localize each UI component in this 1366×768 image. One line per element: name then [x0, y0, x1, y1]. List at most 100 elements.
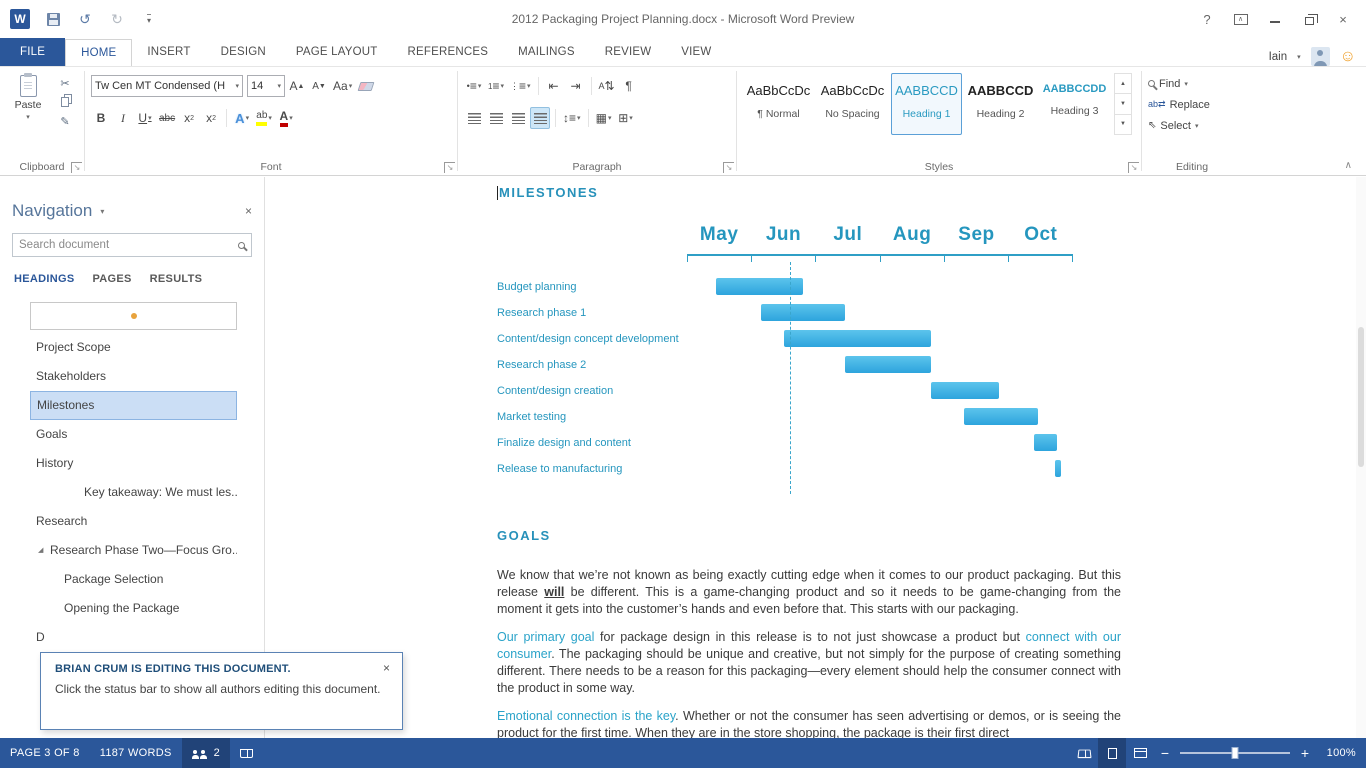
zoom-out-button[interactable]: −: [1154, 745, 1176, 761]
shrink-font-button[interactable]: A▼: [309, 75, 329, 97]
strikethrough-button[interactable]: abc: [157, 107, 177, 129]
nav-item[interactable]: Opening the Package: [30, 594, 237, 623]
ribbon-tab-review[interactable]: REVIEW: [590, 38, 667, 66]
copy-button[interactable]: [56, 94, 74, 110]
ribbon-tab-page-layout[interactable]: PAGE LAYOUT: [281, 38, 393, 66]
ribbon-display-options-button[interactable]: [1224, 6, 1258, 32]
borders-button[interactable]: ⊞▾: [616, 107, 636, 129]
gallery-down-button[interactable]: ▼: [1115, 94, 1131, 114]
zoom-slider-thumb[interactable]: [1232, 747, 1239, 759]
align-left-button[interactable]: [464, 107, 484, 129]
document-page[interactable]: MILESTONES MayJunJulAugSepOct Budget pla…: [400, 177, 1217, 738]
nav-item[interactable]: ◢D: [30, 623, 237, 652]
vertical-scrollbar[interactable]: [1356, 177, 1366, 738]
ribbon-tab-view[interactable]: VIEW: [666, 38, 726, 66]
gallery-more-button[interactable]: ▼: [1115, 115, 1131, 134]
ribbon-tab-references[interactable]: REFERENCES: [393, 38, 504, 66]
shading-button[interactable]: ▦▾: [594, 107, 614, 129]
zoom-slider[interactable]: [1180, 752, 1290, 754]
web-layout-button[interactable]: [1126, 738, 1154, 768]
increase-indent-button[interactable]: ⇥: [566, 75, 586, 97]
find-button[interactable]: Find▾: [1148, 75, 1238, 92]
select-button[interactable]: ⇖Select▾: [1148, 117, 1238, 134]
nav-thumbnail-box[interactable]: [30, 302, 237, 330]
ribbon-tab-design[interactable]: DESIGN: [206, 38, 281, 66]
sort-button[interactable]: A⇅: [597, 75, 617, 97]
ribbon-tab-mailings[interactable]: MAILINGS: [503, 38, 590, 66]
align-right-button[interactable]: [508, 107, 528, 129]
collapse-triangle-icon[interactable]: ◢: [38, 536, 43, 565]
search-icon[interactable]: [238, 242, 245, 249]
ribbon-tab-insert[interactable]: INSERT: [132, 38, 205, 66]
justify-button[interactable]: [530, 107, 550, 129]
show-formatting-marks-button[interactable]: ¶: [619, 75, 639, 97]
nav-item[interactable]: Goals: [30, 420, 237, 449]
ribbon-tab-file[interactable]: FILE: [0, 38, 65, 66]
nav-tab-headings[interactable]: HEADINGS: [14, 273, 74, 285]
word-count[interactable]: 1187 WORDS: [90, 738, 182, 768]
font-name-combo[interactable]: Tw Cen MT Condensed (H▾: [91, 75, 243, 97]
print-layout-button[interactable]: [1098, 738, 1126, 768]
search-input[interactable]: [19, 239, 238, 251]
format-painter-button[interactable]: ✎: [56, 113, 74, 129]
scrollbar-thumb[interactable]: [1358, 327, 1364, 467]
feedback-smiley-icon[interactable]: ☺: [1340, 49, 1356, 65]
font-dialog-launcher[interactable]: ↘: [444, 162, 455, 173]
user-name[interactable]: Iain: [1269, 51, 1288, 63]
qat-customize-button[interactable]: ▾: [140, 10, 158, 28]
font-size-combo[interactable]: 14▾: [247, 75, 285, 97]
underline-button[interactable]: U▾: [135, 107, 155, 129]
gallery-up-button[interactable]: ▲: [1115, 74, 1131, 94]
save-button[interactable]: [44, 10, 62, 28]
word-app-icon[interactable]: W: [10, 9, 30, 29]
styles-dialog-launcher[interactable]: ↘: [1128, 162, 1139, 173]
nav-item[interactable]: Stakeholders: [30, 362, 237, 391]
nav-item[interactable]: Project Scope: [30, 333, 237, 362]
help-button[interactable]: ?: [1190, 6, 1224, 32]
nav-item[interactable]: ◢Research Phase Two—Focus Gro...: [30, 536, 237, 565]
nav-tab-pages[interactable]: PAGES: [92, 273, 131, 285]
nav-item[interactable]: Milestones: [30, 391, 237, 420]
navigation-close-button[interactable]: ×: [245, 204, 252, 218]
paragraph-dialog-launcher[interactable]: ↘: [723, 162, 734, 173]
avatar[interactable]: [1311, 47, 1330, 66]
italic-button[interactable]: I: [113, 107, 133, 129]
zoom-in-button[interactable]: +: [1294, 745, 1316, 761]
nav-item[interactable]: ◢Research: [30, 507, 237, 536]
nav-item[interactable]: Package Selection: [30, 565, 237, 594]
navigation-options-dropdown[interactable]: ▾: [100, 207, 104, 216]
cut-button[interactable]: ✂: [56, 75, 74, 91]
style-normal[interactable]: AaBbCcDc¶ Normal: [743, 73, 814, 135]
restore-button[interactable]: [1292, 6, 1326, 32]
coauthors-indicator[interactable]: 2: [182, 738, 230, 768]
line-spacing-button[interactable]: ↕≡▾: [561, 107, 583, 129]
clear-formatting-button[interactable]: [356, 75, 376, 97]
minimize-button[interactable]: [1258, 6, 1292, 32]
style-nospacing[interactable]: AaBbCcDcNo Spacing: [817, 73, 888, 135]
bullets-button[interactable]: •≡▾: [464, 75, 484, 97]
zoom-percentage[interactable]: 100%: [1316, 747, 1356, 759]
nav-tab-results[interactable]: RESULTS: [150, 273, 203, 285]
bold-button[interactable]: B: [91, 107, 111, 129]
collapse-ribbon-button[interactable]: ∧: [1345, 160, 1352, 171]
paste-button[interactable]: Paste ▾: [6, 73, 50, 129]
font-color-button[interactable]: A▾: [276, 107, 296, 129]
style-h1[interactable]: AABBCCDHeading 1: [891, 73, 962, 135]
clipboard-dialog-launcher[interactable]: ↘: [71, 162, 82, 173]
page-indicator[interactable]: PAGE 3 OF 8: [0, 738, 90, 768]
change-case-button[interactable]: Aa▾: [331, 75, 354, 97]
multilevel-list-button[interactable]: ⋮≡▾: [508, 75, 533, 97]
user-dropdown-icon[interactable]: ▾: [1297, 53, 1301, 61]
replace-button[interactable]: ab⇄Replace: [1148, 96, 1238, 113]
grow-font-button[interactable]: A▲: [287, 75, 307, 97]
ribbon-tab-home[interactable]: HOME: [65, 39, 132, 67]
style-h2[interactable]: AABBCCDHeading 2: [965, 73, 1036, 135]
style-h3[interactable]: AABBCCDDHeading 3: [1039, 73, 1110, 135]
alert-close-button[interactable]: ×: [383, 661, 390, 675]
undo-button[interactable]: ↺: [76, 10, 94, 28]
close-button[interactable]: ×: [1326, 6, 1360, 32]
numbering-button[interactable]: 1≡▾: [486, 75, 506, 97]
redo-button[interactable]: ↻: [108, 10, 126, 28]
superscript-button[interactable]: x2: [201, 107, 221, 129]
align-center-button[interactable]: [486, 107, 506, 129]
